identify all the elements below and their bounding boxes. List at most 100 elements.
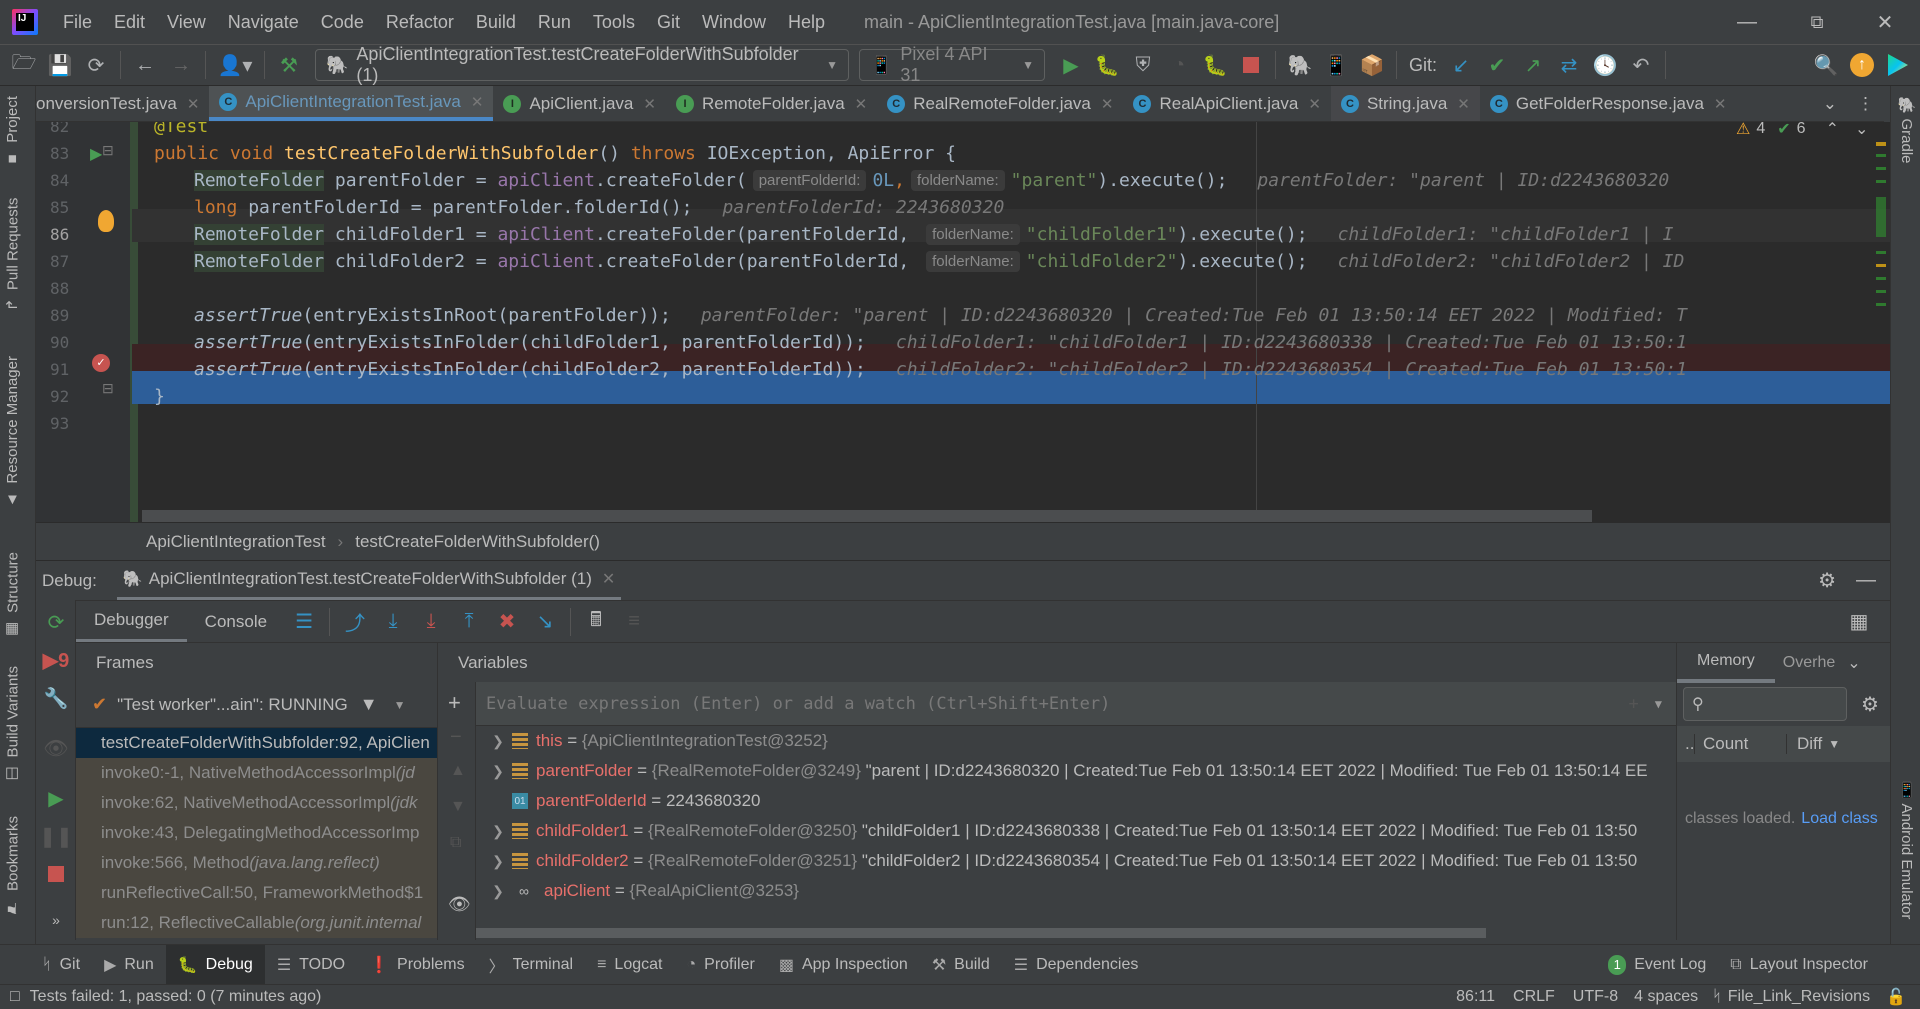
frame-item[interactable]: run:12, ReflectiveCallable (org.junit.in…: [76, 908, 437, 938]
resume-button[interactable]: ▶: [42, 784, 70, 812]
tool-problems[interactable]: ❗ Problems: [357, 945, 477, 985]
hide-panel-icon[interactable]: —: [1856, 569, 1876, 592]
editor-horizontal-scrollbar[interactable]: [142, 510, 1592, 522]
debug-session-tab[interactable]: 🐘 ApiClientIntegrationTest.testCreateFol…: [116, 561, 622, 601]
build-button[interactable]: ⚒: [271, 47, 307, 83]
tool-layout-inspector[interactable]: ⧉ Layout Inspector: [1718, 945, 1880, 985]
close-tab-icon[interactable]: ✕: [1308, 95, 1321, 113]
tab-real-remote-folder[interactable]: C RealRemoteFolder.java ✕: [877, 86, 1123, 121]
rerun-failed-tests-button[interactable]: ▶9: [42, 646, 70, 674]
view-breakpoints-button[interactable]: 👁: [42, 734, 70, 762]
debug-button[interactable]: 🐛: [1089, 47, 1125, 83]
variable-row[interactable]: ❯ this = {ApiClientIntegrationTest@3252}: [476, 726, 1676, 756]
code-editor[interactable]: 82 83 84 85 86 87 88 89 90 91 92 93 ▶ ⊟ …: [36, 122, 1890, 522]
menu-code[interactable]: Code: [310, 0, 375, 44]
device-manager-button[interactable]: 📱: [1318, 47, 1354, 83]
tab-api-client-integration-test[interactable]: C ApiClientIntegrationTest.java ✕: [209, 86, 494, 121]
close-tab-icon[interactable]: ✕: [1101, 95, 1114, 113]
chevron-down-icon[interactable]: ⌄: [1847, 653, 1860, 673]
trace-stream-button[interactable]: ≡: [615, 603, 653, 641]
tab-console[interactable]: Console: [187, 601, 285, 643]
run-test-gutter-icon[interactable]: ▶: [90, 144, 102, 164]
force-step-into-button[interactable]: ⤓: [412, 603, 450, 641]
close-tab-icon[interactable]: ✕: [187, 95, 200, 113]
filter-icon[interactable]: ▼: [360, 694, 378, 715]
step-out-button[interactable]: ⤒: [450, 603, 488, 641]
tab-string[interactable]: C String.java ✕: [1330, 86, 1480, 121]
tool-todo[interactable]: ☰ TODO: [265, 945, 357, 985]
menu-window[interactable]: Window: [691, 0, 777, 44]
attach-debugger-button[interactable]: 🐛: [1197, 47, 1233, 83]
close-tab-icon[interactable]: ✕: [1457, 95, 1470, 113]
resource-manager-tool-button[interactable]: ▲ Resource Manager: [4, 356, 21, 509]
drop-frame-button[interactable]: ✖: [488, 603, 526, 641]
history-dropdown-icon[interactable]: ▼: [1655, 697, 1662, 711]
tab-memory[interactable]: Memory: [1677, 643, 1775, 683]
stop-debug-button[interactable]: [42, 860, 70, 888]
frame-item[interactable]: testCreateFolderWithSubfolder:92, ApiCli…: [76, 728, 437, 758]
git-history-button[interactable]: 🕓: [1587, 47, 1623, 83]
status-message[interactable]: Tests failed: 1, passed: 0 (7 minutes ag…: [30, 988, 322, 1006]
pull-requests-tool-button[interactable]: ↱ Pull Requests: [4, 198, 22, 311]
memory-search-input[interactable]: ⚲: [1683, 687, 1847, 721]
show-hidden-tabs-button[interactable]: ⌄: [1813, 86, 1847, 121]
modify-run-config-button[interactable]: 🔧: [42, 684, 70, 712]
tab-debugger[interactable]: Debugger: [76, 601, 187, 643]
git-update-button[interactable]: ↙: [1443, 47, 1479, 83]
variable-row[interactable]: ❯ ∞ apiClient = {RealApiClient@3253}: [476, 876, 1676, 906]
watches-options-button[interactable]: 👁: [448, 894, 471, 915]
column-diff[interactable]: Diff: [1787, 734, 1822, 754]
evaluate-expression-button[interactable]: 🖩: [577, 603, 615, 641]
tool-git[interactable]: ᛋ Git: [30, 945, 92, 985]
expand-chevron-icon[interactable]: ❯: [484, 823, 512, 840]
expand-chevron-icon[interactable]: ❯: [484, 853, 512, 870]
pause-button[interactable]: ❚❚: [39, 822, 73, 850]
tab-overhead[interactable]: Overhe: [1775, 654, 1843, 672]
tool-app-inspection[interactable]: ▩ App Inspection: [767, 945, 920, 985]
variable-row[interactable]: ❯ childFolder2 = {RealRemoteFolder@3251} …: [476, 846, 1676, 876]
run-config-selector[interactable]: 🐘 ApiClientIntegrationTest.testCreateFol…: [315, 44, 849, 85]
rerun-button[interactable]: ⟳: [42, 608, 70, 636]
remove-watch-button[interactable]: −: [450, 726, 462, 749]
toggle-tool-windows-icon[interactable]: □: [10, 988, 20, 1006]
menu-build[interactable]: Build: [465, 0, 527, 44]
breadcrumb-method[interactable]: testCreateFolderWithSubfolder(): [355, 532, 600, 552]
column-count[interactable]: Count: [1695, 734, 1787, 754]
build-variants-tool-button[interactable]: ◫ Build Variants: [4, 666, 22, 783]
close-tab-icon[interactable]: ✕: [471, 93, 484, 111]
tab-api-client[interactable]: I ApiClient.java ✕: [493, 86, 666, 121]
fold-end-icon[interactable]: ⊟: [102, 380, 114, 397]
project-tool-button[interactable]: ■ Project: [4, 96, 21, 168]
gradle-sync-button[interactable]: 🐘: [1282, 47, 1318, 83]
move-up-button[interactable]: ▲: [450, 762, 466, 780]
previous-highlight-icon[interactable]: ⌃: [1826, 122, 1839, 139]
forward-button[interactable]: →: [163, 47, 199, 83]
user-menu-button[interactable]: 👤▾: [212, 47, 258, 83]
restore-button[interactable]: ⧉: [1782, 0, 1852, 44]
sdk-manager-button[interactable]: 📦: [1354, 47, 1390, 83]
tab-get-folder-response[interactable]: C GetFolderResponse.java ✕: [1480, 86, 1737, 121]
expand-chevron-icon[interactable]: ❯: [484, 763, 512, 780]
frame-item[interactable]: invoke:43, DelegatingMethodAccessorImp: [76, 818, 437, 848]
step-into-button[interactable]: ⤓: [374, 603, 412, 641]
expand-chevron-icon[interactable]: ❯: [484, 733, 512, 750]
device-selector[interactable]: 📱 Pixel 4 API 31 ▼: [859, 44, 1045, 85]
variables-horizontal-scrollbar[interactable]: [476, 928, 1486, 938]
variable-row[interactable]: ❯ parentFolder = {RealRemoteFolder@3249} …: [476, 756, 1676, 786]
tool-profiler[interactable]: ◔ Profiler: [674, 945, 766, 985]
close-tab-icon[interactable]: ✕: [1714, 95, 1727, 113]
thread-selector[interactable]: ✔ "Test worker"...ain": RUNNING ▼ ▼: [76, 682, 437, 728]
step-over-button[interactable]: ⤴: [336, 603, 374, 641]
lock-icon[interactable]: 🔓: [1886, 987, 1906, 1007]
tool-run[interactable]: ▶ Run: [92, 945, 166, 985]
menu-edit[interactable]: Edit: [103, 0, 156, 44]
load-classes-link[interactable]: Load class: [1801, 810, 1878, 828]
settings-gear-icon[interactable]: ⚙: [1818, 568, 1836, 593]
error-stripe[interactable]: [1876, 142, 1886, 502]
duplicate-watch-button[interactable]: ⧉: [450, 834, 461, 852]
update-button[interactable]: ↑: [1844, 47, 1880, 83]
tab-remote-folder[interactable]: I RemoteFolder.java ✕: [666, 86, 877, 121]
menu-view[interactable]: View: [156, 0, 217, 44]
tool-debug[interactable]: 🐛 Debug: [165, 944, 265, 985]
coverage-button[interactable]: ⛨: [1125, 47, 1161, 83]
